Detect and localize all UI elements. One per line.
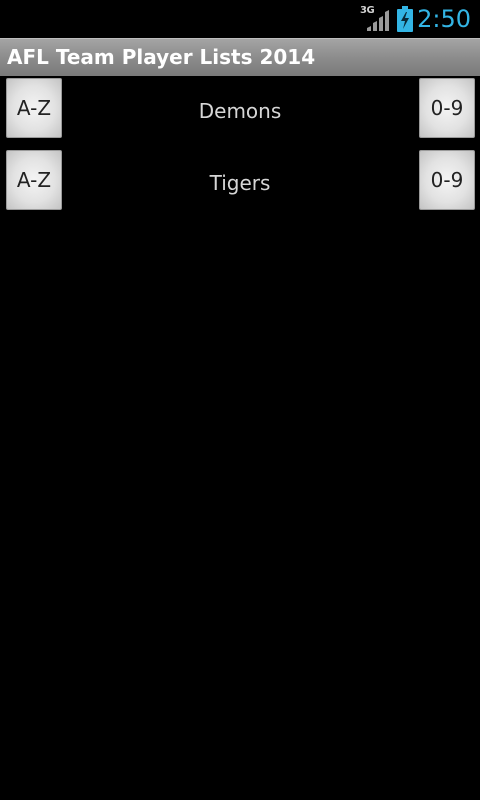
status-bar: 3G 2:50	[0, 0, 480, 38]
tigers-sort-alpha-button[interactable]: A-Z	[6, 150, 62, 210]
app-title-bar: AFL Team Player Lists 2014	[0, 38, 480, 76]
team-row-tigers: A-Z Tigers 0-9	[0, 150, 480, 212]
signal-strength-icon	[367, 10, 389, 31]
tigers-sort-number-button[interactable]: 0-9	[419, 150, 475, 210]
demons-sort-number-button[interactable]: 0-9	[419, 78, 475, 138]
app-title: AFL Team Player Lists 2014	[7, 45, 316, 69]
team-row-demons: A-Z Demons 0-9	[0, 78, 480, 140]
demons-sort-alpha-button[interactable]: A-Z	[6, 78, 62, 138]
clock: 2:50	[417, 5, 471, 33]
tigers-team-name[interactable]: Tigers	[66, 150, 414, 212]
battery-charging-icon	[397, 6, 413, 32]
demons-team-name[interactable]: Demons	[66, 78, 414, 140]
